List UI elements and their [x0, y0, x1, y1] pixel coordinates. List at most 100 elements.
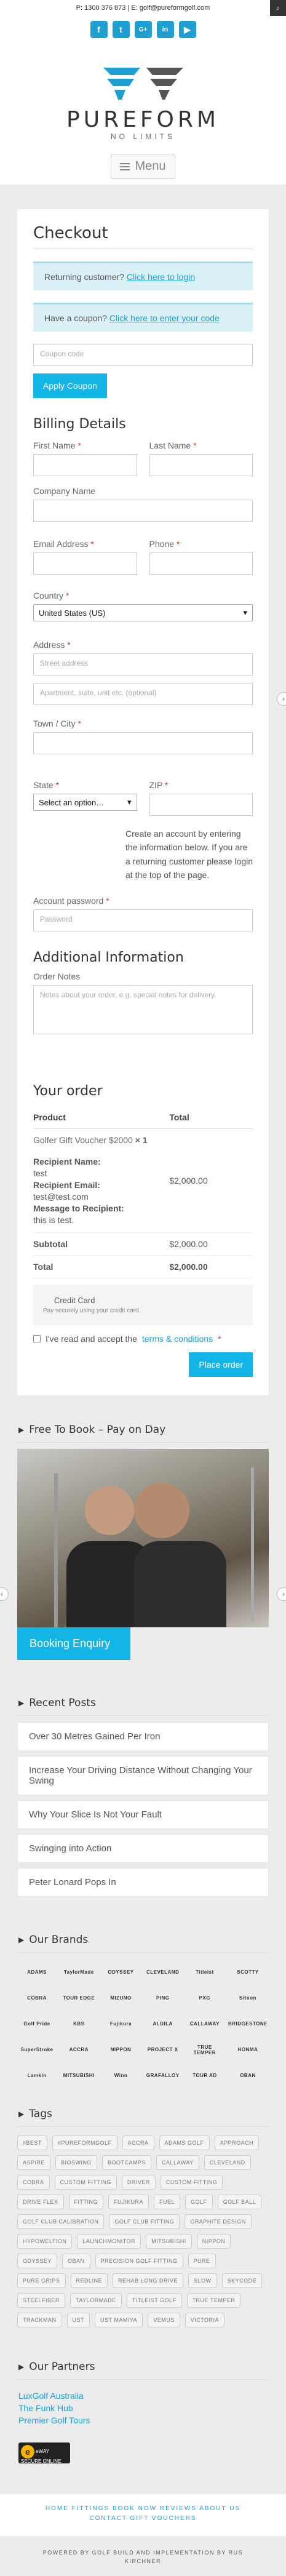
youtube-icon[interactable]: ▶ [178, 21, 196, 38]
list-item[interactable]: Swinging into Action [17, 1833, 269, 1863]
last-name-field[interactable] [149, 454, 253, 476]
partner-link[interactable]: LuxGolf Australia [18, 2390, 268, 2402]
country-select[interactable]: United States (US) ▾ [33, 604, 253, 621]
recipient-name-label: Recipient Name: [33, 1156, 101, 1166]
tag-link[interactable]: CLEVELAND [204, 2155, 251, 2170]
tags-heading: ▶ Tags [18, 2107, 52, 2120]
tag-link[interactable]: FUJIKURA [108, 2194, 149, 2209]
place-order-button[interactable]: Place order [189, 1352, 253, 1377]
brand-logo: PXG [199, 1995, 211, 2001]
tag-link[interactable]: ASPIRE [17, 2155, 51, 2170]
col-product: Product [33, 1106, 170, 1129]
tag-link[interactable]: GOLF [185, 2194, 213, 2209]
next-arrow-icon[interactable]: › [277, 1587, 286, 1601]
tag-link[interactable]: TAYLORMADE [70, 2292, 122, 2308]
tag-link[interactable]: APPROACH [214, 2135, 260, 2150]
tag-link[interactable]: #PUREFORMGOLF [52, 2135, 117, 2150]
search-icon[interactable]: ⌕ [270, 0, 286, 16]
list-item[interactable]: Increase Your Driving Distance Without C… [17, 1755, 269, 1795]
account-password-field[interactable]: Password [33, 909, 253, 931]
tag-link[interactable]: PURE [188, 2253, 216, 2268]
login-link[interactable]: Click here to login [127, 272, 195, 282]
tag-link[interactable]: MITSUBISHI [146, 2233, 192, 2249]
tag-link[interactable]: NIPPON [196, 2233, 231, 2249]
coupon-input[interactable]: Coupon code [33, 344, 253, 366]
email-field[interactable] [33, 552, 137, 575]
tag-link[interactable]: BOOTCAMPS [102, 2155, 152, 2170]
tag-link[interactable]: CALLAWAY [156, 2155, 199, 2170]
tag-link[interactable]: CUSTOM FITTING [54, 2174, 117, 2190]
tag-link[interactable]: COBRA [17, 2174, 50, 2190]
tag-link[interactable]: FITTING [68, 2194, 104, 2209]
state-select[interactable]: Select an option… ▾ [33, 794, 137, 811]
tag-link[interactable]: BIOSWING [55, 2155, 98, 2170]
tag-link[interactable]: PRECISION GOLF FITTING [95, 2253, 183, 2268]
tag-link[interactable]: DRIVE FLEX [17, 2194, 64, 2209]
company-name-field[interactable] [33, 500, 253, 522]
tag-link[interactable]: HYPOWELTION [17, 2233, 73, 2249]
footer-nav-line-2[interactable]: CONTACT GIFT VOUCHERS [0, 2514, 286, 2524]
list-item[interactable]: Why Your Slice Is Not Your Fault [17, 1800, 269, 1829]
brand-logo: GRAFALLOY [146, 2073, 180, 2079]
prev-arrow-icon[interactable]: ‹ [0, 1587, 9, 1601]
tag-link[interactable]: GRAPHITE DESIGN [185, 2214, 252, 2229]
tag-link[interactable]: CUSTOM FITTING [160, 2174, 223, 2190]
footer-nav-line-1[interactable]: HOME FITTINGS BOOK NOW REVIEWS ABOUT US [0, 2504, 286, 2514]
brand-logo: TOUR AD [193, 2073, 217, 2079]
twitter-icon[interactable]: t [112, 21, 130, 38]
tag-link[interactable]: GOLF CLUB CALIBRATION [17, 2214, 105, 2229]
menu-button[interactable]: Menu [111, 154, 175, 179]
tag-link[interactable]: UST MAMIYA [95, 2312, 143, 2327]
tag-link[interactable]: #BEST [17, 2135, 48, 2150]
state-value: Select an option… [39, 797, 105, 807]
scroll-arrow-icon[interactable]: › [277, 692, 286, 706]
site-logo[interactable]: PUREFORM NO LIMITS [0, 43, 286, 148]
tag-link[interactable]: TRUE TEMPER [186, 2292, 241, 2308]
zip-field[interactable] [149, 794, 253, 816]
apartment-field[interactable]: Apartment, suite, unit etc. (optional) [33, 683, 253, 705]
tag-link[interactable]: LAUNCHMONITOR [77, 2233, 141, 2249]
tag-link[interactable]: PURE GRIPS [17, 2273, 66, 2288]
google-plus-icon[interactable]: G+ [134, 21, 152, 38]
tag-link[interactable]: OBAN [62, 2253, 90, 2268]
tag-link[interactable]: GOLF CLUB FITTING [109, 2214, 180, 2229]
facebook-icon[interactable]: f [90, 21, 108, 38]
first-name-field[interactable] [33, 454, 137, 476]
booking-enquiry-button[interactable]: Booking Enquiry [17, 1627, 130, 1660]
chevron-right-icon: ▶ [18, 1698, 25, 1707]
list-item[interactable]: Over 30 Metres Gained Per Iron [17, 1721, 269, 1751]
country-label: Country [33, 591, 64, 600]
partner-link[interactable]: The Funk Hub [18, 2402, 268, 2414]
tag-link[interactable]: GOLF BALL [217, 2194, 262, 2209]
payment-method-box[interactable]: Credit Card Pay securely using your cred… [33, 1284, 253, 1325]
street-address-field[interactable]: Street address [33, 653, 253, 676]
apply-coupon-button[interactable]: Apply Coupon [33, 373, 107, 398]
tag-link[interactable]: TRACKMAN [17, 2312, 62, 2327]
linkedin-icon[interactable]: in [156, 21, 174, 38]
tag-link[interactable]: STEELFIBER [17, 2292, 66, 2308]
partner-links: LuxGolf Australia The Funk Hub Premier G… [0, 2386, 286, 2430]
tag-link[interactable]: SKYCODE [221, 2273, 263, 2288]
tag-link[interactable]: ACCRA [122, 2135, 154, 2150]
tag-link[interactable]: DRIVER [121, 2174, 156, 2190]
tag-link[interactable]: SLOW [188, 2273, 217, 2288]
partner-link[interactable]: Premier Golf Tours [18, 2414, 268, 2426]
tag-link[interactable]: ODYSSEY [17, 2253, 58, 2268]
tag-link[interactable]: VICTORIA [185, 2312, 225, 2327]
tag-link[interactable]: TITLEIST GOLF [126, 2292, 182, 2308]
terms-link[interactable]: terms & conditions [142, 1334, 213, 1344]
terms-checkbox[interactable] [33, 1334, 41, 1342]
enter-coupon-link[interactable]: Click here to enter your code [109, 313, 220, 323]
phone-label: Phone [149, 539, 174, 549]
tag-link[interactable]: FUEL [154, 2194, 181, 2209]
tag-link[interactable]: REHAB LONG DRIVE [113, 2273, 184, 2288]
tag-link[interactable]: UST [66, 2312, 90, 2327]
phone-field[interactable] [149, 552, 253, 575]
recipient-email: test@test.com [33, 1191, 89, 1202]
town-field[interactable] [33, 732, 253, 754]
tag-link[interactable]: ADAMS GOLF [159, 2135, 210, 2150]
order-notes-field[interactable]: Notes about your order, e.g. special not… [33, 984, 253, 1034]
tag-link[interactable]: VEMUS [148, 2312, 180, 2327]
list-item[interactable]: Peter Lonard Pops In [17, 1867, 269, 1897]
tag-link[interactable]: REDLINE [70, 2273, 108, 2288]
